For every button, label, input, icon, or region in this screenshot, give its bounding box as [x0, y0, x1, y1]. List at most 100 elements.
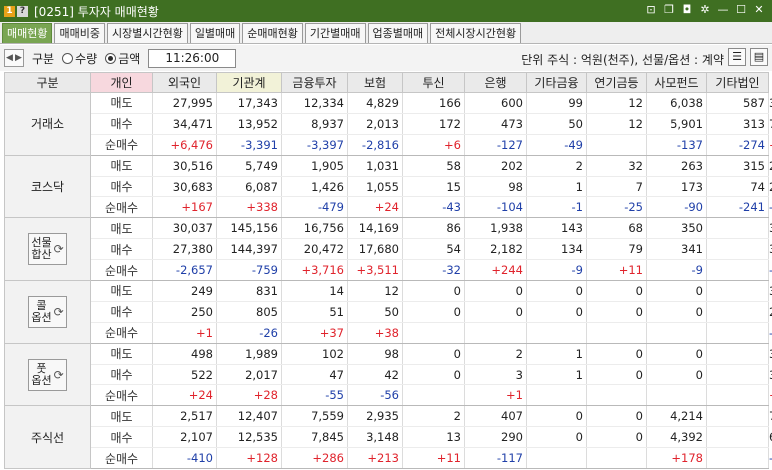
column-header-4: 금융투자: [281, 72, 348, 93]
table-row: 매수 27,380 144,397 20,472 17,680 54 2,182 134 79 3…: [5, 238, 772, 261]
value-cell: [402, 322, 465, 344]
time-input[interactable]: 11:26:00: [148, 48, 237, 68]
radio-amount[interactable]: 금액: [105, 50, 140, 67]
unit-info: 단위 주식 : 억원(천주), 선물/옵션 : 계약: [521, 53, 724, 67]
value-cell: -2,657: [152, 259, 217, 282]
refresh-icon[interactable]: ⟳: [54, 243, 64, 255]
value-cell: 144,397: [216, 238, 282, 261]
value-cell: -9: [646, 259, 707, 282]
title-bar: 1 ? [0251] 투자자 매매현황 ⊡ ❐ ◘ ✲ — ☐ ✕: [0, 0, 772, 22]
table-row: 매수 34,471 13,952 8,937 2,013 172 473 50 12 5,901 3…: [5, 113, 772, 135]
row-type-label: 매도: [90, 280, 153, 302]
tab-1[interactable]: 매매현황: [2, 23, 53, 43]
value-cell: [526, 384, 587, 407]
minimize-icon[interactable]: —: [716, 3, 730, 17]
value-cell: +37: [281, 322, 348, 344]
value-cell: [402, 384, 465, 407]
tab-4[interactable]: 일별매매: [189, 23, 241, 43]
column-header-10: 사모펀드: [646, 72, 707, 93]
row-type-label: 매수: [90, 301, 153, 323]
value-cell: 0: [402, 364, 465, 386]
close-icon[interactable]: ✕: [752, 3, 766, 17]
column-header-3: 기관계: [216, 72, 282, 93]
value-cell: -56: [347, 384, 403, 407]
value-cell: 2,013: [347, 113, 403, 135]
refresh-icon[interactable]: ⟳: [54, 306, 64, 318]
group-label-cell[interactable]: 콜 옵션 ⟳: [4, 280, 91, 344]
value-cell: 86: [402, 217, 465, 240]
value-cell: 3,148: [347, 426, 403, 449]
copy-icon[interactable]: ❐: [662, 3, 676, 17]
value-cell: 2: [402, 405, 465, 428]
list-view-icon[interactable]: ☰: [728, 48, 746, 66]
link-window-icon[interactable]: ⊡: [644, 3, 658, 17]
value-cell: 3: [464, 364, 527, 386]
gear-icon[interactable]: ✲: [698, 3, 712, 17]
table-row: 순매수 +6,476 -3,391 -3,397 -2,816 +6 -127 -49 -137…: [5, 134, 772, 156]
value-cell: -117: [464, 447, 527, 470]
value-cell: +213: [347, 447, 403, 470]
radio-quantity-circle[interactable]: [62, 52, 74, 64]
value-cell: 4,392: [646, 426, 707, 449]
window-number-badge[interactable]: 1: [4, 5, 15, 17]
help-badge[interactable]: ?: [17, 5, 28, 17]
group-toggle-button[interactable]: 풋 옵션 ⟳: [28, 358, 67, 391]
group-name: 선물 합산: [31, 237, 51, 261]
tab-3[interactable]: 시장별시간현황: [106, 23, 188, 43]
tab-6[interactable]: 기간별매매: [304, 23, 366, 43]
tab-2[interactable]: 매매비중: [54, 23, 105, 43]
camera-icon[interactable]: ◘: [680, 3, 694, 17]
value-cell: -3,391: [216, 134, 282, 156]
prev-next-arrows[interactable]: ◀ ▶: [4, 49, 24, 67]
value-cell: +28: [216, 384, 282, 407]
column-header-11: 기타법인: [706, 72, 769, 93]
value-cell: -55: [281, 384, 348, 407]
maximize-icon[interactable]: ☐: [734, 3, 748, 17]
value-cell: 42: [347, 364, 403, 386]
tab-8[interactable]: 전체시장시간현황: [430, 23, 522, 43]
value-cell: -104: [464, 196, 527, 219]
value-cell: 27,380: [152, 238, 217, 261]
export-excel-icon[interactable]: ▤: [750, 48, 768, 66]
value-cell: 54: [402, 238, 465, 261]
value-cell: -9: [526, 259, 587, 282]
value-cell: 12: [586, 92, 647, 114]
radio-amount-circle[interactable]: [105, 52, 117, 64]
value-cell: 263: [646, 155, 707, 177]
value-cell: [526, 322, 587, 344]
value-cell: 17,343: [216, 92, 282, 114]
value-cell: -32: [402, 259, 465, 282]
group-toggle-button[interactable]: 선물 합산 ⟳: [28, 233, 67, 266]
group-label-cell[interactable]: 선물 합산 ⟳: [4, 217, 91, 282]
refresh-icon[interactable]: ⟳: [54, 369, 64, 381]
value-cell: 250: [152, 301, 217, 323]
tab-5[interactable]: 순매매현황: [242, 23, 303, 43]
tab-7[interactable]: 업종별매매: [367, 23, 429, 43]
value-cell: +24: [347, 196, 403, 219]
value-cell: 1,426: [281, 176, 348, 198]
value-cell: 58: [402, 155, 465, 177]
value-cell: 27,995: [152, 92, 217, 114]
group-toggle-button[interactable]: 콜 옵션 ⟳: [28, 295, 67, 328]
table-row: 선물 합산 ⟳ 매도 30,037 145,156 16,756 14,169 86 1,938 1…: [4, 217, 772, 282]
value-cell: 98: [464, 176, 527, 198]
value-cell: 0: [586, 343, 647, 365]
table-row: 매수30,6836,0871,4261,05515981717374239: [5, 176, 772, 198]
value-cell: 5,901: [646, 113, 707, 135]
table-row: 매수2,10712,5357,8453,14813290004,39266: [5, 426, 772, 449]
row-type-label: 매수: [90, 113, 153, 135]
value-cell: 12: [586, 113, 647, 135]
radio-quantity[interactable]: 수량: [62, 50, 97, 67]
group-label-cell[interactable]: 풋 옵션 ⟳: [4, 342, 91, 407]
table-row: 순매수+167+338-479+24-43-104-1-25-90-241-22: [5, 196, 772, 219]
arrow-left-icon[interactable]: ◀: [5, 50, 14, 66]
value-cell: 407: [464, 405, 527, 428]
value-cell: [586, 322, 647, 344]
value-cell: 47: [281, 364, 348, 386]
value-cell: -3,397: [281, 134, 348, 156]
value-cell: 16,756: [281, 217, 348, 240]
arrow-right-icon[interactable]: ▶: [14, 50, 23, 66]
value-cell: 290: [464, 426, 527, 449]
column-header-1: 개인: [90, 72, 153, 93]
value-cell: 99: [526, 92, 587, 114]
